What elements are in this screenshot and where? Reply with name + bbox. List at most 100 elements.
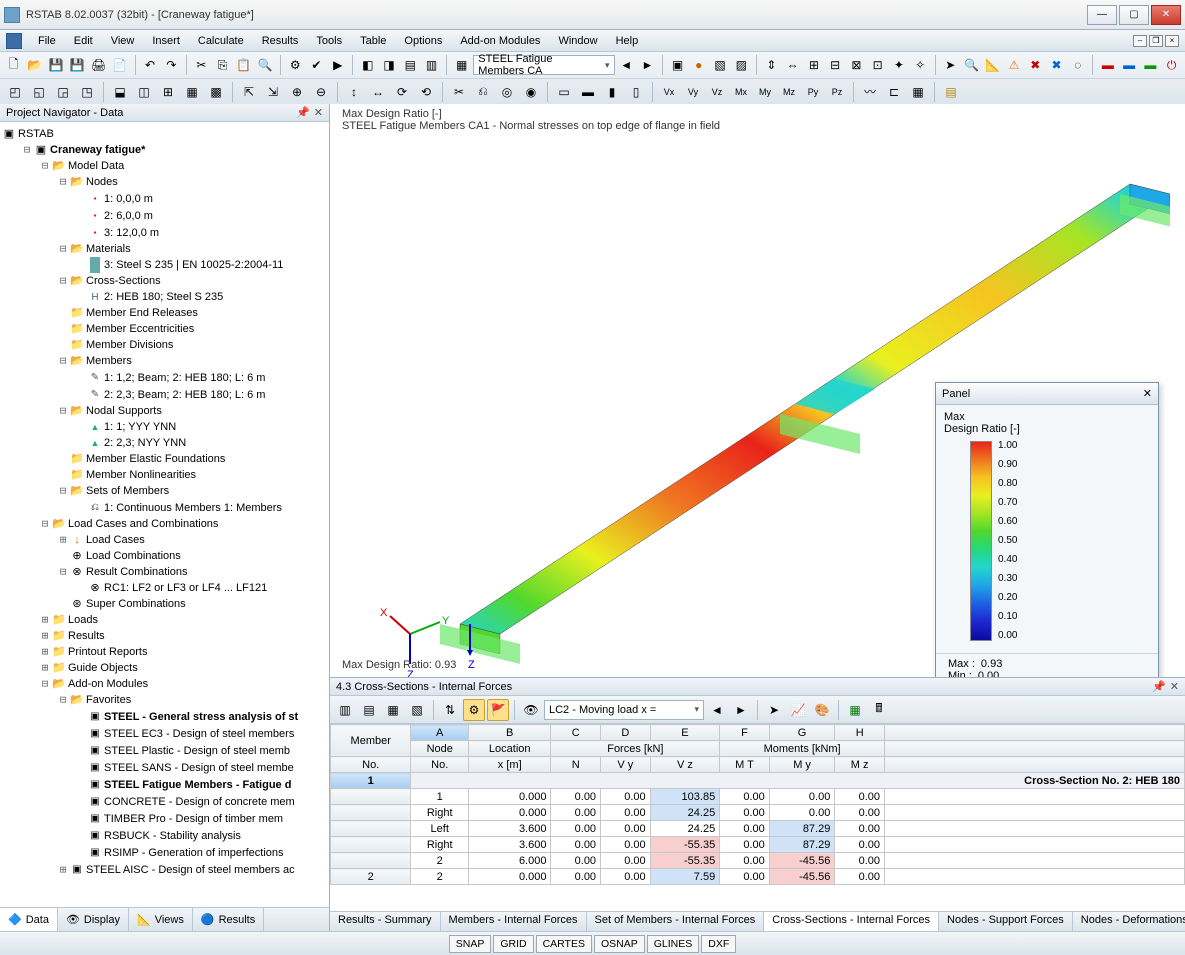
tb-cut-icon[interactable]: ✂ — [192, 54, 211, 76]
tree-model-data[interactable]: Model Data — [68, 158, 124, 174]
nav-tab-display[interactable]: 👁 Display — [58, 908, 129, 931]
col-F[interactable]: F — [720, 725, 770, 741]
tree-node-1[interactable]: 1: 0,0,0 m — [104, 191, 153, 207]
tb-r2-icon[interactable]: ● — [689, 54, 708, 76]
tree-aisc[interactable]: STEEL AISC - Design of steel members ac — [86, 862, 295, 878]
rt-lc-combo[interactable]: LC2 - Moving load x = — [544, 700, 704, 720]
col-B[interactable]: B — [468, 725, 550, 741]
tb-x3-icon[interactable]: ◌ — [1068, 54, 1087, 76]
tb2-iso-icon[interactable]: ⬓ — [109, 81, 131, 103]
tree-fav-steel[interactable]: STEEL - General stress analysis of st — [104, 709, 298, 725]
tb2-persp-icon[interactable]: ◫ — [133, 81, 155, 103]
rt-chart-icon[interactable]: 📈 — [787, 699, 809, 721]
tb2-e[interactable]: ↕ — [343, 81, 365, 103]
rt-2[interactable]: ▤ — [358, 699, 380, 721]
tb2-a[interactable]: ⇱ — [238, 81, 260, 103]
rt-excel-icon[interactable]: ▦ — [844, 699, 866, 721]
rtab-members-if[interactable]: Members - Internal Forces — [441, 912, 587, 931]
results-close-icon[interactable]: ✕ — [1170, 680, 1179, 693]
nav-tab-views[interactable]: 📐 Views — [129, 908, 193, 931]
menu-options[interactable]: Options — [396, 33, 450, 49]
tb2-b[interactable]: ⇲ — [262, 81, 284, 103]
status-snap[interactable]: SNAP — [449, 935, 492, 953]
tb-report-icon[interactable]: 📄 — [110, 54, 129, 76]
tree-member-1[interactable]: 1: 1,2; Beam; 2: HEB 180; L: 6 m — [104, 370, 265, 386]
tb2-o[interactable]: ▮ — [601, 81, 623, 103]
menu-insert[interactable]: Insert — [144, 33, 188, 49]
tree-fav-ec3[interactable]: STEEL EC3 - Design of steel members — [104, 726, 294, 742]
tb2-def-icon[interactable]: 〰 — [859, 81, 881, 103]
tree-fav-concrete[interactable]: CONCRETE - Design of concrete mem — [104, 794, 295, 810]
tree-result-combos[interactable]: Result Combinations — [86, 564, 188, 580]
tree-loads[interactable]: Loads — [68, 612, 98, 628]
rtab-deformations[interactable]: Nodes - Deformations — [1073, 912, 1185, 931]
col-D[interactable]: D — [601, 725, 651, 741]
tree-support-1[interactable]: 1: 1; YYY YNN — [104, 419, 176, 435]
tree-guide-objects[interactable]: Guide Objects — [68, 660, 138, 676]
tb2-j[interactable]: ⎌ — [472, 81, 494, 103]
tree-material-3[interactable]: 3: Steel S 235 | EN 10025-2:2004-11 — [104, 257, 283, 273]
tree-member-2[interactable]: 2: 2,3; Beam; 2: HEB 180; L: 6 m — [104, 387, 265, 403]
menu-tools[interactable]: Tools — [308, 33, 350, 49]
tree-support-2[interactable]: 2: 2,3; NYY YNN — [104, 435, 186, 451]
tree-end-releases[interactable]: Member End Releases — [86, 305, 198, 321]
menu-edit[interactable]: Edit — [66, 33, 101, 49]
tb-ico1[interactable]: ◧ — [358, 54, 377, 76]
tb-open-icon[interactable]: 📂 — [25, 54, 44, 76]
tb-flag-r-icon[interactable]: ▬ — [1098, 54, 1117, 76]
tb-redo-icon[interactable]: ↷ — [162, 54, 181, 76]
tree-load-cases[interactable]: Load Cases — [86, 532, 145, 548]
tb2-f[interactable]: ↔ — [367, 81, 389, 103]
rtab-cs-if[interactable]: Cross-Sections - Internal Forces — [764, 912, 939, 931]
tb2-1[interactable]: ◰ — [4, 81, 26, 103]
status-cartes[interactable]: CARTES — [536, 935, 592, 953]
tb-measure-icon[interactable]: 📐 — [983, 54, 1002, 76]
tb-module-combo[interactable]: STEEL Fatigue Members CA — [473, 55, 614, 75]
tb2-wire-icon[interactable]: ▩ — [205, 81, 227, 103]
tb-x2-icon[interactable]: ✖ — [1047, 54, 1066, 76]
minimize-button[interactable]: — — [1087, 5, 1117, 25]
tb-paste-icon[interactable]: 📋 — [234, 54, 253, 76]
rtab-support-forces[interactable]: Nodes - Support Forces — [939, 912, 1073, 931]
tb-r12-icon[interactable]: ✧ — [911, 54, 930, 76]
rt-4[interactable]: ▧ — [406, 699, 428, 721]
tb2-3[interactable]: ◲ — [52, 81, 74, 103]
tb-exit-icon[interactable]: ⏻ — [1162, 54, 1181, 76]
tree-divisions[interactable]: Member Divisions — [86, 337, 173, 353]
tb2-table-icon[interactable]: ▤ — [940, 81, 962, 103]
menu-results[interactable]: Results — [254, 33, 307, 49]
tb2-h[interactable]: ⟲ — [415, 81, 437, 103]
app-menu-icon[interactable] — [6, 33, 22, 49]
close-button[interactable]: ✕ — [1151, 5, 1181, 25]
tree-rc-1[interactable]: RC1: LF2 or LF3 or LF4 ... LF121 — [104, 580, 267, 596]
tb2-i[interactable]: ✂ — [448, 81, 470, 103]
tb2-p[interactable]: ▯ — [625, 81, 647, 103]
tb-r3-icon[interactable]: ▧ — [710, 54, 729, 76]
tree-fav-fatigue[interactable]: STEEL Fatigue Members - Fatigue d — [104, 777, 291, 793]
tb2-render-icon[interactable]: ▦ — [181, 81, 203, 103]
tb-x1-icon[interactable]: ✖ — [1026, 54, 1045, 76]
tree-results[interactable]: Results — [68, 628, 105, 644]
tb2-4[interactable]: ◳ — [76, 81, 98, 103]
tb2-c[interactable]: ⊕ — [286, 81, 308, 103]
col-member[interactable]: Member — [331, 725, 411, 757]
tree-load-cases-combos[interactable]: Load Cases and Combinations — [68, 516, 218, 532]
tb2-color-icon[interactable]: ▦ — [907, 81, 929, 103]
rt-show-icon[interactable]: 👁 — [520, 699, 542, 721]
tb-copy-icon[interactable]: ⎘ — [213, 54, 232, 76]
tree-printout-reports[interactable]: Printout Reports — [68, 644, 147, 660]
3d-viewport[interactable]: Max Design Ratio [-] STEEL Fatigue Membe… — [330, 104, 1185, 931]
tree-cs-2[interactable]: 2: HEB 180; Steel S 235 — [104, 289, 223, 305]
status-glines[interactable]: GLINES — [647, 935, 700, 953]
nav-tab-data[interactable]: 🔷 Data — [0, 908, 58, 931]
rt-color-icon[interactable]: 🎨 — [811, 699, 833, 721]
tb-prev-icon[interactable]: ◄ — [617, 54, 636, 76]
tree-nonlinearities[interactable]: Member Nonlinearities — [86, 467, 196, 483]
tree-som-1[interactable]: 1: Continuous Members 1: Members — [104, 500, 282, 516]
tb2-sec-icon[interactable]: ⊏ — [883, 81, 905, 103]
tree-sets-of-members[interactable]: Sets of Members — [86, 483, 169, 499]
tb-undo-icon[interactable]: ↶ — [140, 54, 159, 76]
tb2-g[interactable]: ⟳ — [391, 81, 413, 103]
navigator-pin-icon[interactable]: 📌 — [296, 106, 310, 119]
tb-flag-g-icon[interactable]: ▬ — [1141, 54, 1160, 76]
